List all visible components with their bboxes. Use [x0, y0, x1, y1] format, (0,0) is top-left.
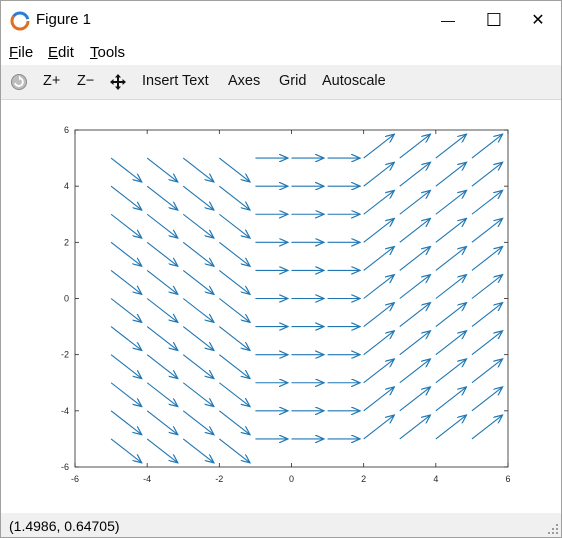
y-tick-label: -4	[61, 406, 69, 416]
y-tick-label: -2	[61, 350, 69, 360]
pointer-coordinates: (1.4986, 0.64705)	[9, 518, 120, 534]
toolbar: Z+ Z− Insert Text Axes Grid Autoscale	[1, 65, 561, 100]
zoom-in-button[interactable]: Z+	[43, 73, 60, 89]
insert-text-button[interactable]: Insert Text	[142, 73, 209, 89]
menu-file[interactable]: File	[9, 44, 33, 61]
y-tick-label: -6	[61, 462, 69, 472]
octave-logo-icon	[10, 11, 30, 31]
rotate-icon[interactable]	[10, 73, 28, 91]
figure-window: Figure 1 — ☐ ✕ File Edit Tools Z+ Z− Ins…	[0, 0, 562, 538]
grid-button[interactable]: Grid	[279, 73, 306, 89]
x-tick-label: 2	[361, 474, 366, 484]
close-button[interactable]: ✕	[515, 1, 561, 39]
menu-edit-label: dit	[58, 44, 74, 61]
close-icon: ✕	[531, 12, 545, 29]
x-tick-label: -4	[143, 474, 151, 484]
x-tick-label: 6	[505, 474, 510, 484]
menu-tools[interactable]: Tools	[90, 44, 125, 61]
menu-edit[interactable]: Edit	[48, 44, 74, 61]
minimize-button[interactable]: —	[425, 1, 471, 39]
axes-button[interactable]: Axes	[228, 73, 260, 89]
resize-grip-icon[interactable]	[547, 523, 559, 535]
y-tick-label: 6	[64, 125, 69, 135]
menu-tools-label: ools	[97, 44, 126, 61]
menu-tools-mnemonic: T	[90, 44, 98, 61]
title-bar[interactable]: Figure 1 — ☐ ✕	[1, 1, 561, 39]
status-bar: (1.4986, 0.64705)	[1, 513, 561, 537]
y-tick-label: 2	[64, 237, 69, 247]
autoscale-button[interactable]: Autoscale	[322, 73, 386, 89]
menu-edit-mnemonic: E	[48, 44, 59, 61]
x-tick-label: -6	[71, 474, 79, 484]
maximize-icon: ☐	[485, 9, 503, 30]
y-tick-label: 0	[64, 294, 69, 304]
x-tick-label: 0	[289, 474, 294, 484]
pan-icon[interactable]	[109, 73, 127, 91]
maximize-button[interactable]: ☐	[471, 1, 517, 39]
window-title: Figure 1	[36, 11, 92, 28]
y-tick-label: 4	[64, 181, 69, 191]
minimize-icon: —	[441, 12, 455, 28]
x-tick-label: 4	[433, 474, 438, 484]
plot-canvas[interactable]: -6 -4 -2 0 2 4 6 6 4 2 0 -2 -4 -6	[1, 100, 561, 513]
zoom-out-button[interactable]: Z−	[77, 73, 94, 89]
menu-file-mnemonic: F	[9, 44, 19, 61]
x-tick-label: -2	[215, 474, 223, 484]
menu-file-label: ile	[18, 44, 34, 61]
menu-bar: File Edit Tools	[1, 40, 561, 64]
quiver-chart[interactable]: -6 -4 -2 0 2 4 6 6 4 2 0 -2 -4 -6	[1, 100, 561, 513]
